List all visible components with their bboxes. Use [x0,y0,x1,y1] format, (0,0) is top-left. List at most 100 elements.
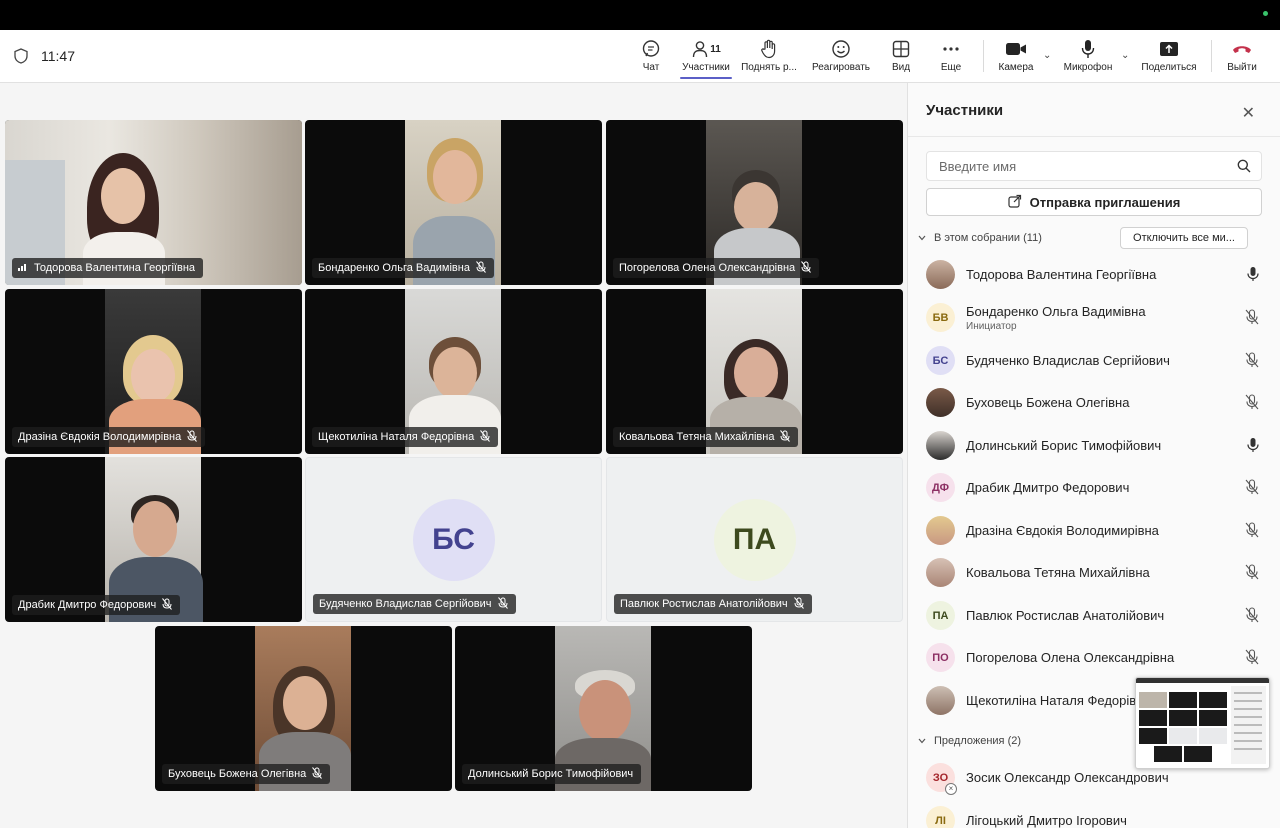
preview-tile [1139,728,1167,744]
grid-view-icon [892,38,910,60]
mic-off-icon [312,766,323,782]
camera-button[interactable]: Камера [996,38,1036,78]
video-tile[interactable]: Щекотиліна Наталя Федорівна [305,289,602,454]
leave-button[interactable]: Выйти [1226,38,1258,78]
participant-row[interactable]: ПА Павлюк Ростислав Анатолійович [926,597,1271,637]
react-button[interactable]: Реагировать [810,38,872,78]
mic-off-icon [187,429,198,445]
preview-tile [1139,692,1167,708]
divider [908,136,1280,137]
preview-tile [1199,710,1227,726]
person-face [283,676,327,730]
hand-icon [760,38,778,60]
raise-hand-button[interactable]: Поднять р... [740,38,798,78]
mic-off-icon [1245,479,1259,500]
meeting-time: 11:47 [41,48,75,64]
participant-nametag: Драбик Дмитро Федорович [12,595,181,615]
avatar [926,388,955,417]
participant-row[interactable]: Ковальова Тетяна Михайлівна [926,554,1271,594]
preview-topbar [1136,678,1269,683]
video-tile[interactable]: Бондаренко Ольга Вадимівна [305,120,602,285]
chevron-down-icon [918,735,926,747]
avatar: ПА [926,601,955,630]
participant-row[interactable]: ПО Погорелова Олена Олександрівна [926,639,1271,679]
toolbar-separator [983,40,984,72]
mic-off-icon [1245,607,1259,628]
video-tile[interactable]: Тодорова Валентина Георгіївна [5,120,302,285]
participant-nametag: Тодорова Валентина Георгіївна [12,258,204,278]
panel-title: Участники [926,102,1004,119]
people-icon: 11 [691,38,721,60]
participant-row[interactable]: Дразіна Євдокія Володимирівна [926,512,1271,552]
more-button[interactable]: Еще [939,38,963,78]
share-button[interactable]: Поделиться [1140,38,1198,78]
shield-icon[interactable] [14,48,28,69]
preview-tile [1199,728,1227,744]
chat-button[interactable]: Чат [638,38,664,78]
screen-share-preview-thumbnail[interactable] [1135,677,1270,769]
microphone-button[interactable]: Микрофон [1062,38,1114,78]
video-tile[interactable]: Драбик Дмитро Федорович [5,457,302,622]
participant-nametag: Долинський Борис Тимофійович [462,764,642,784]
suggested-person-row[interactable]: ЛІ Лігоцький Дмитро Ігорович [926,802,1271,828]
view-button[interactable]: Вид [890,38,912,78]
search-icon[interactable] [1237,159,1251,178]
camera-options-chevron-icon[interactable]: ⌄ [1043,50,1051,61]
mic-options-chevron-icon[interactable]: ⌄ [1121,50,1129,61]
mic-off-icon [801,260,812,276]
video-tile[interactable]: Буховець Божена Олегівна [155,626,452,791]
window-top-strip [0,0,1280,30]
participant-nametag: Павлюк Ростислав Анатолійович [614,594,812,614]
video-tile[interactable]: Ковальова Тетяна Михайлівна [606,289,903,454]
close-icon[interactable]: ✕ [1242,103,1255,123]
preview-line [1234,700,1262,702]
person-face [133,501,177,557]
status-dot [1263,11,1268,16]
offline-status-icon: × [945,783,957,795]
mic-off-icon [793,596,804,612]
preview-line [1234,740,1262,742]
video-tile-no-camera[interactable]: ПА Павлюк Ростислав Анатолійович [606,457,903,622]
participant-row[interactable]: Буховець Божена Олегівна [926,384,1271,424]
mic-off-icon [480,429,491,445]
chevron-down-icon [918,232,926,244]
mic-off-icon [1245,564,1259,585]
participant-row[interactable]: Тодорова Валентина Георгіївна [926,256,1271,296]
preview-tile [1169,692,1197,708]
toolbar-separator [1211,40,1212,72]
participant-nametag: Буховець Божена Олегівна [162,764,331,784]
video-tile[interactable]: Дразіна Євдокія Володимирівна [5,289,302,454]
preview-line [1234,748,1262,750]
microphone-icon [1080,38,1096,60]
more-dots-icon [942,38,960,60]
in-meeting-section-header[interactable]: В этом собрании (11) [918,232,1042,244]
participant-nametag: Ковальова Тетяна Михайлівна [613,427,799,447]
participant-row[interactable]: ДФ Драбик Дмитро Федорович [926,469,1271,509]
search-input[interactable] [937,158,1231,175]
participants-count: 11 [710,43,721,55]
video-tile-no-camera[interactable]: БС Будяченко Владислав Сергійович [305,457,602,622]
mic-off-icon [1245,352,1259,373]
participants-button[interactable]: 11 Участники [680,38,732,79]
preview-line [1234,732,1262,734]
avatar [926,558,955,587]
mute-all-button[interactable]: Отключить все ми... [1120,227,1248,249]
preview-tile [1169,710,1197,726]
video-tile[interactable]: Долинський Борис Тимофійович [455,626,752,791]
avatar: ПО [926,643,955,672]
participant-avatar: БС [412,498,495,581]
participant-row[interactable]: БС Будяченко Владислав Сергійович [926,342,1271,382]
video-tile[interactable]: Погорелова Олена Олександрівна [606,120,903,285]
avatar [926,260,955,289]
mic-off-icon [1245,394,1259,415]
preview-line [1234,708,1262,710]
preview-line [1234,716,1262,718]
meeting-toolbar: 11:47 Чат 11 Участники Поднять р... Реаг… [0,30,1280,83]
avatar [926,516,955,545]
avatar [926,686,955,715]
participant-row[interactable]: Долинський Борис Тимофійович [926,427,1271,467]
preview-tile [1184,746,1212,762]
send-invite-button[interactable]: Отправка приглашения [926,188,1262,216]
participant-row[interactable]: БВ Бондаренко Ольга Вадимівна Инициатор [926,299,1271,339]
suggestions-section-header[interactable]: Предложения (2) [918,735,1021,747]
